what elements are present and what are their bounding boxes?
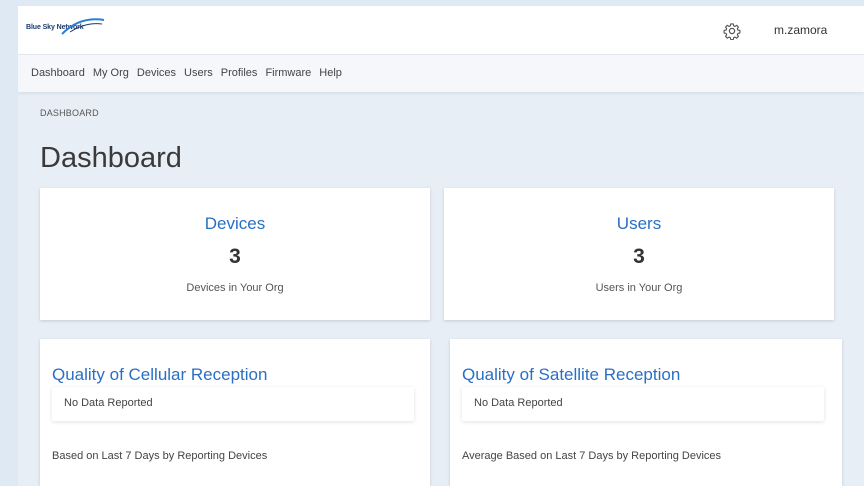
nav-items: Dashboard My Org Devices Users Profiles … [31, 67, 350, 79]
cellular-reception-card: Quality of Cellular Reception No Data Re… [40, 339, 430, 486]
cellular-status-text: No Data Reported [64, 397, 153, 409]
nav-firmware[interactable]: Firmware [265, 67, 311, 79]
devices-card-title[interactable]: Devices [40, 214, 430, 234]
users-card[interactable]: Users 3 Users in Your Org [444, 188, 834, 320]
nav-help[interactable]: Help [319, 67, 342, 79]
satellite-reception-card: Quality of Satellite Reception No Data R… [450, 339, 842, 486]
gear-icon[interactable] [723, 22, 741, 41]
cellular-reception-note: Based on Last 7 Days by Reporting Device… [52, 450, 268, 462]
satellite-reception-note: Average Based on Last 7 Days by Reportin… [462, 450, 722, 462]
satellite-reception-title: Quality of Satellite Reception [462, 365, 681, 384]
users-card-title[interactable]: Users [444, 214, 834, 234]
logo-swoosh-icon [61, 18, 105, 35]
nav-dashboard[interactable]: Dashboard [31, 67, 85, 79]
cellular-reception-title: Quality of Cellular Reception [52, 365, 268, 384]
page-title: Dashboard [40, 142, 182, 174]
user-menu[interactable]: m.zamora [774, 23, 827, 37]
users-count: 3 [633, 245, 645, 268]
users-caption: Users in Your Org [595, 282, 683, 294]
devices-caption: Devices in Your Org [186, 282, 284, 294]
top-bar: Blue Sky Network m.zamora [18, 6, 864, 54]
devices-card[interactable]: Devices 3 Devices in Your Org [40, 188, 430, 320]
nav-my-org[interactable]: My Org [93, 67, 129, 79]
main-nav: Dashboard My Org Devices Users Profiles … [18, 54, 864, 92]
app-window: Blue Sky Network m.zamora Dashboard My O… [18, 6, 864, 486]
nav-users[interactable]: Users [184, 67, 213, 79]
brand-logo[interactable]: Blue Sky Network [26, 14, 106, 38]
devices-count: 3 [229, 245, 241, 268]
satellite-status-box: No Data Reported [462, 387, 824, 421]
cellular-status-box: No Data Reported [52, 387, 414, 421]
nav-profiles[interactable]: Profiles [221, 67, 258, 79]
breadcrumb: DASHBOARD [40, 108, 99, 118]
nav-devices[interactable]: Devices [137, 67, 176, 79]
satellite-status-text: No Data Reported [474, 397, 563, 409]
